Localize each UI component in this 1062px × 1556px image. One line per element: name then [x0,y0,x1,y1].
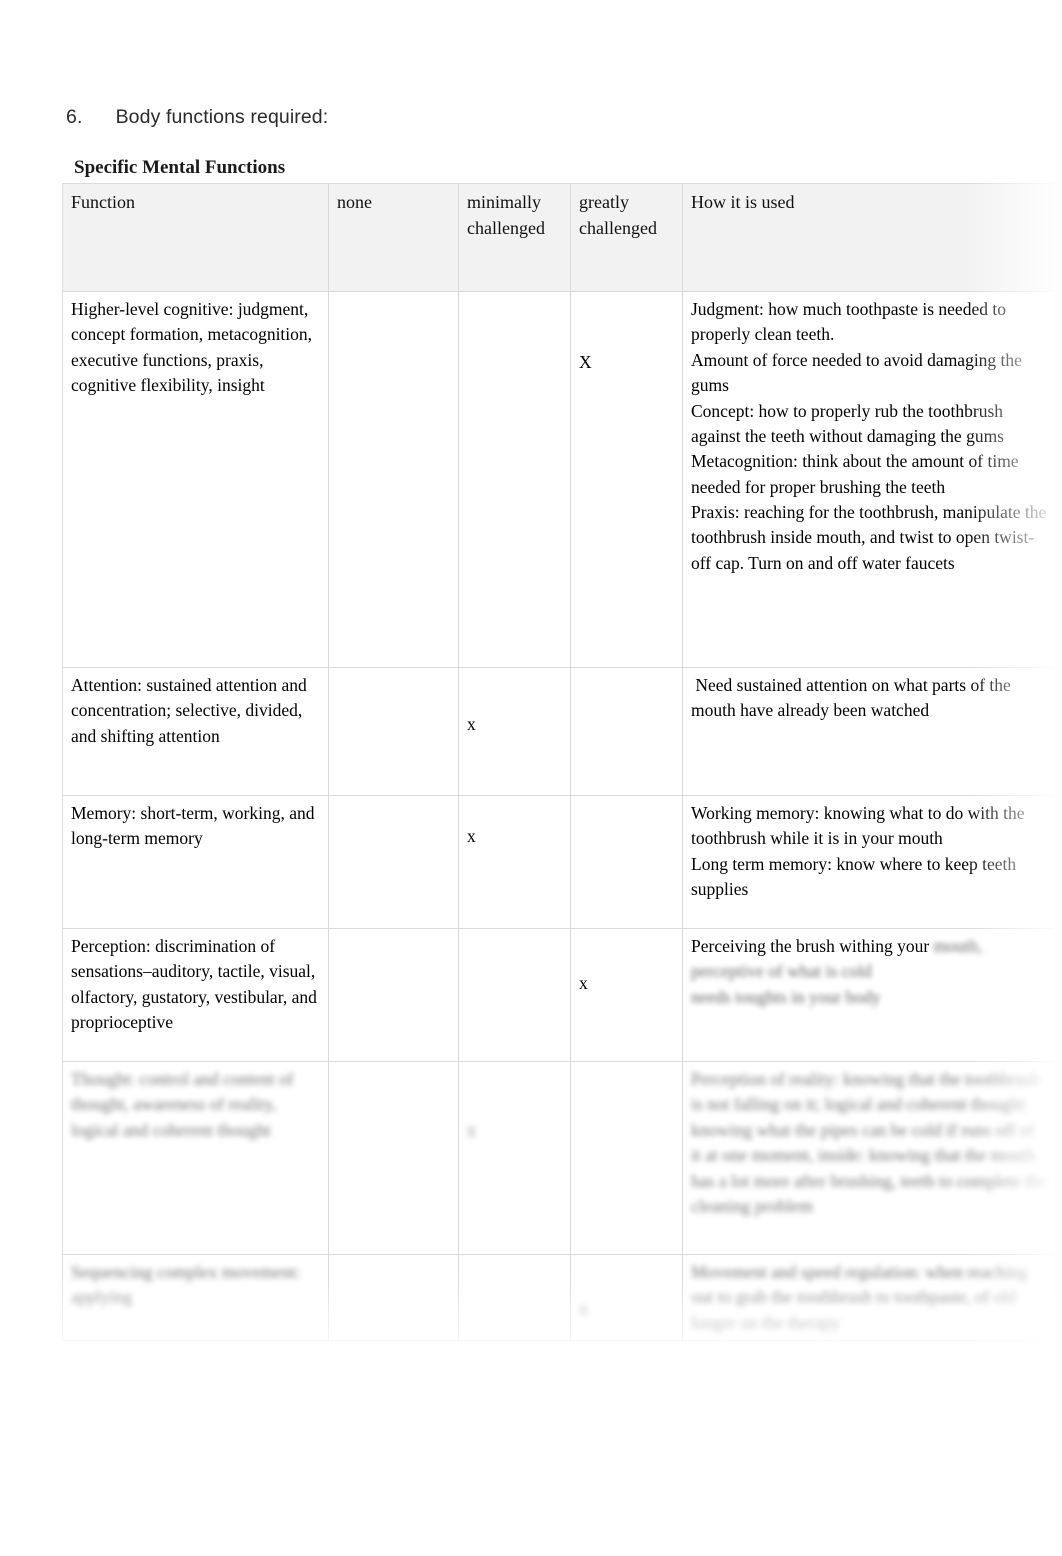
cell-minimally-challenged [458,928,571,1062]
cell-minimally-challenged: x [458,667,571,796]
column-header-function: Function [62,183,329,292]
cell-none [328,1253,459,1342]
cell-function: Higher-level cognitive: judgment, concep… [62,291,329,668]
column-header-none: none [328,183,459,292]
cell-how-it-is-used: Perceiving the brush withing your mouth,… [682,928,1055,1062]
page-heading: 6. Body functions required: [66,106,328,129]
heading-text: Body functions required: [115,106,329,128]
cell-greatly-challenged: X [570,291,683,668]
cell-greatly-challenged [570,1061,683,1255]
cell-function: Perception: discrimination of sensations… [62,928,329,1062]
cell-how-it-is-used: Working memory: knowing what to do with … [682,795,1055,929]
cell-function: Memory: short-term, working, and long-te… [62,795,329,929]
cell-minimally-challenged [458,291,571,668]
cell-how-it-is-used: Movement and speed regulation: when reac… [682,1253,1055,1342]
table-row: Sequencing complex movement: applying x … [62,1253,1055,1342]
cell-minimally-challenged: x [458,1061,571,1255]
cell-none [328,667,459,796]
page-left-fade [0,150,70,1390]
cell-greatly-challenged [570,667,683,796]
cell-none [328,1061,459,1255]
column-header-minimally-challenged: minimally challenged [458,183,571,292]
table-row: Perception: discrimination of sensations… [62,928,1055,1062]
cell-function: Thought: control and content of thought,… [62,1061,329,1255]
cell-greatly-challenged: x [570,928,683,1062]
cell-none [328,795,459,929]
table-row: Attention: sustained attention and conce… [62,667,1055,796]
cell-none [328,928,459,1062]
specific-mental-functions-table-wrapper: Function none minimally challenged great… [62,183,1055,1342]
cell-how-it-is-used: Judgment: how much toothpaste is needed … [682,291,1055,668]
how-it-is-used-visible-text: Perceiving the brush withing your [691,936,930,956]
heading-number: 6. [66,106,83,128]
table-header: Function none minimally challenged great… [62,183,1055,292]
column-header-greatly-challenged: greatly challenged [570,183,683,292]
cell-greatly-challenged: x [570,1253,683,1342]
cell-none [328,291,459,668]
cell-minimally-challenged [458,1253,571,1342]
cell-how-it-is-used: Need sustained attention on what parts o… [682,667,1055,796]
document-page: 6. Body functions required: Specific Men… [0,0,1062,1556]
cell-function: Attention: sustained attention and conce… [62,667,329,796]
cell-function: Sequencing complex movement: applying [62,1253,329,1342]
cell-how-it-is-used: Perception of reality: knowing that the … [682,1061,1055,1255]
table-row: Memory: short-term, working, and long-te… [62,795,1055,929]
table-header-row: Function none minimally challenged great… [62,183,1055,292]
table-row: Higher-level cognitive: judgment, concep… [62,291,1055,668]
specific-mental-functions-table: Function none minimally challenged great… [62,183,1055,1342]
section-title: Specific Mental Functions [74,157,286,178]
cell-minimally-challenged: x [458,795,571,929]
cell-greatly-challenged [570,795,683,929]
table-row: Thought: control and content of thought,… [62,1061,1055,1255]
table-body: Higher-level cognitive: judgment, concep… [62,291,1055,1342]
column-header-how-it-is-used: How it is used [682,183,1055,292]
